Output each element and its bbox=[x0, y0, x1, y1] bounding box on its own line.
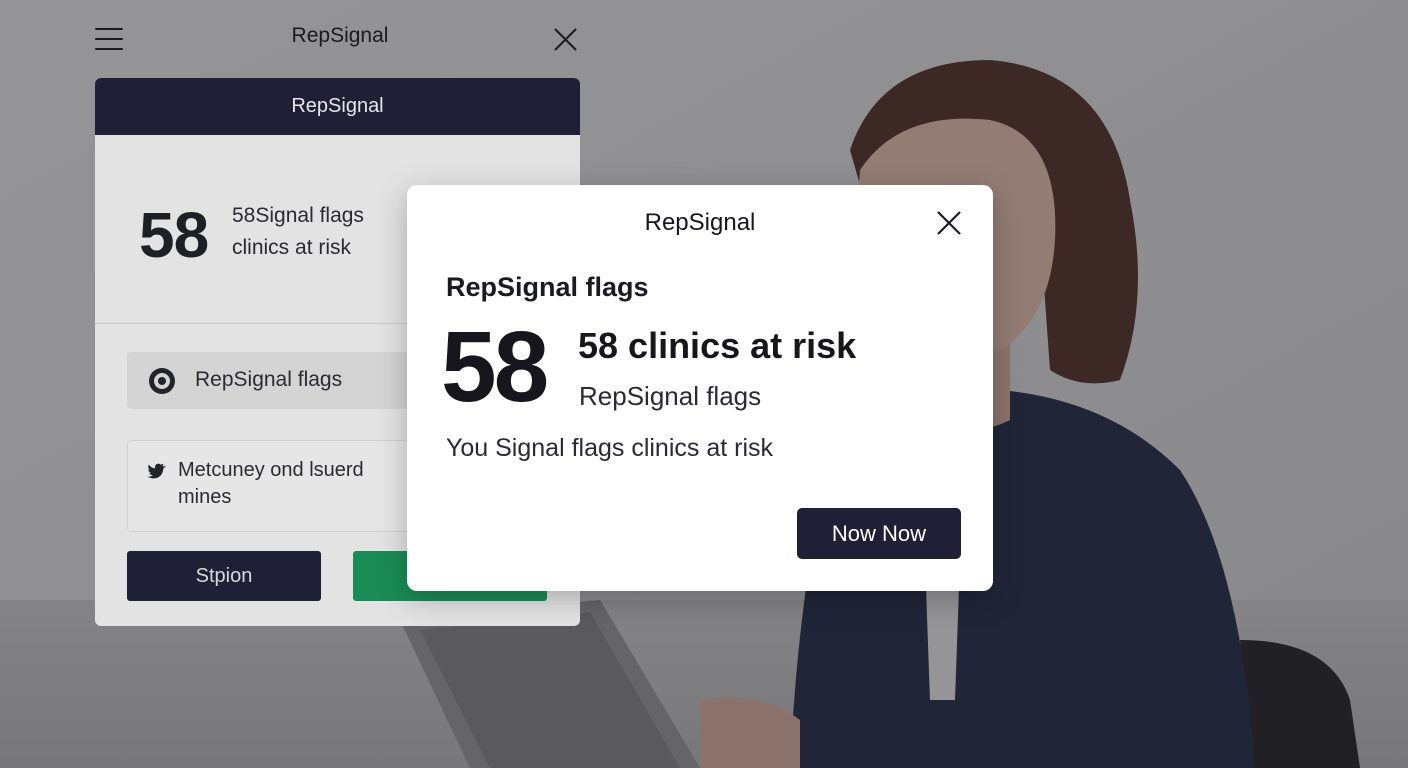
close-icon[interactable] bbox=[935, 209, 963, 237]
target-icon bbox=[149, 368, 175, 394]
stat-number: 58 bbox=[441, 311, 549, 423]
primary-button[interactable]: Stpion bbox=[127, 551, 321, 601]
stat-number: 58 bbox=[139, 199, 209, 271]
stat-subtitle: RepSignal flags bbox=[579, 381, 762, 411]
stat-text-line2: clinics at risk bbox=[232, 236, 352, 259]
modal-heading: RepSignal flags bbox=[446, 272, 649, 302]
stat-text-line1: 58Signal flags bbox=[232, 204, 364, 227]
card-text: Metcuney ond lsuerd mines bbox=[178, 459, 364, 508]
stat-text: 58Signal flags clinics at risk bbox=[232, 200, 364, 264]
bird-icon bbox=[147, 463, 167, 479]
now-button[interactable]: Now Now bbox=[797, 508, 961, 559]
menu-icon[interactable] bbox=[95, 28, 123, 50]
stat-title: 58 clinics at risk bbox=[578, 325, 857, 366]
panel-header: RepSignal bbox=[95, 78, 580, 135]
app-title: RepSignal bbox=[291, 24, 389, 47]
modal-dialog: RepSignal RepSignal flags 58 58 clinics … bbox=[407, 185, 993, 591]
close-icon[interactable] bbox=[553, 27, 578, 52]
modal-description: You Signal flags clinics at risk bbox=[446, 434, 774, 462]
list-item-label: RepSignal flags bbox=[195, 368, 343, 391]
modal-title: RepSignal bbox=[644, 209, 756, 236]
